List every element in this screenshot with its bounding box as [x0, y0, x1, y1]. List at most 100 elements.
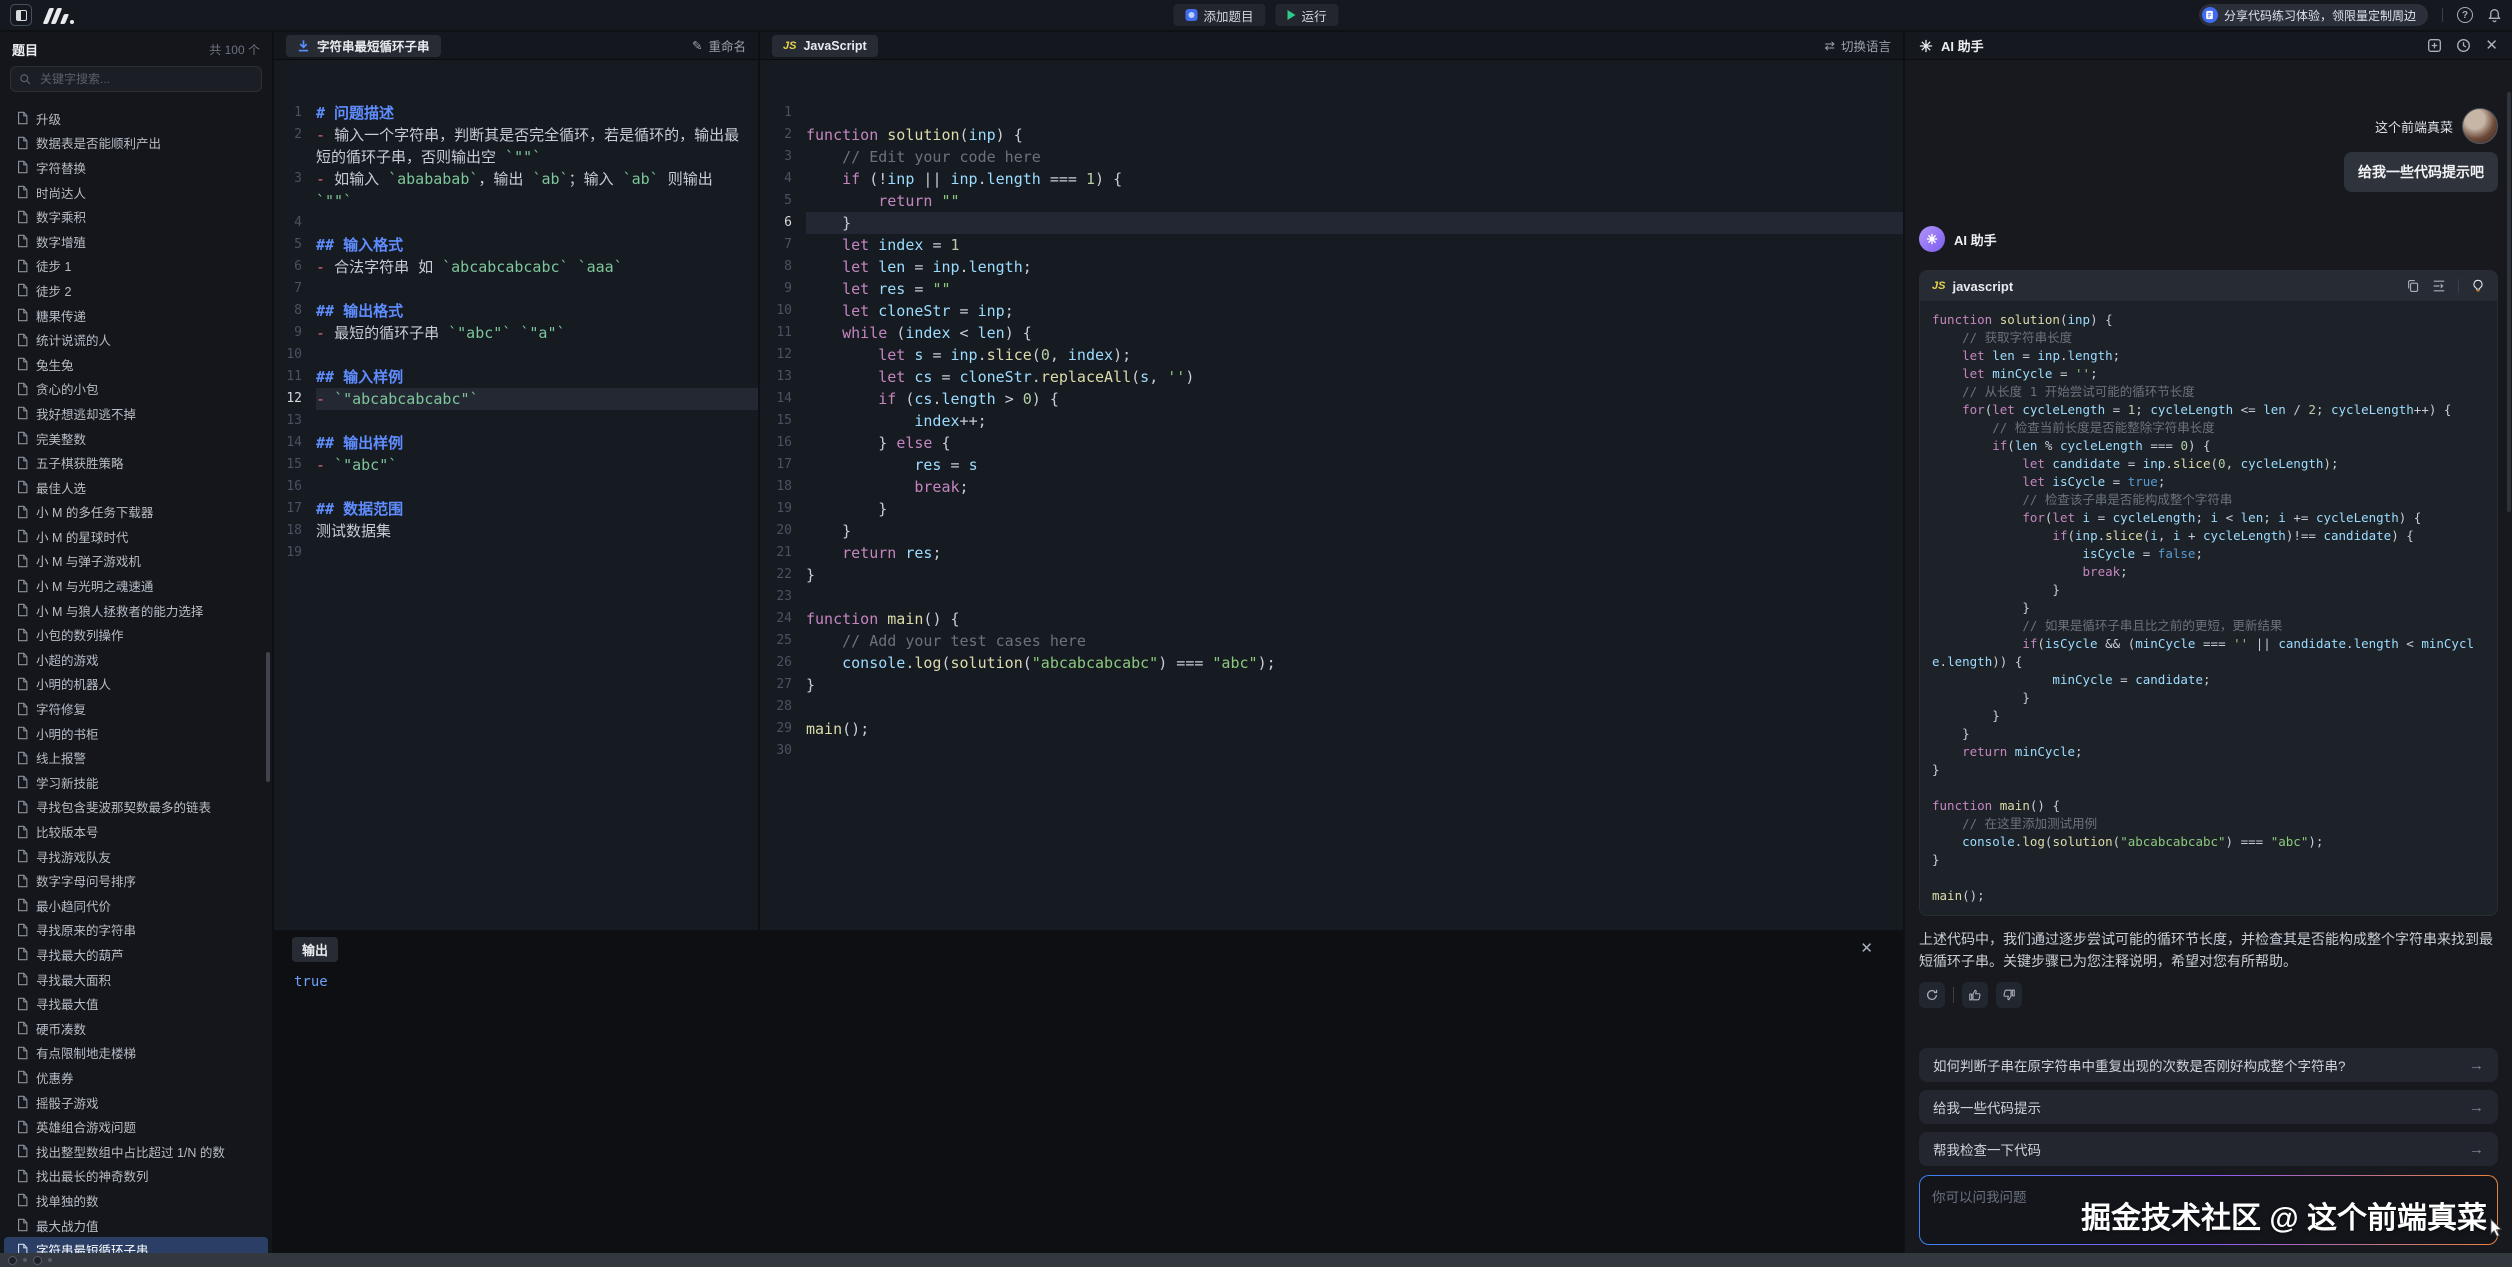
code-lines[interactable]: 12function solution(inp) {3 // Edit your…	[760, 60, 1903, 930]
sidebar-item[interactable]: 小 M 与狼人拯救者的能力选择	[4, 598, 268, 623]
problem-tab[interactable]: 字符串最短循环子串	[286, 35, 441, 57]
sidebar-item[interactable]: 小 M 与弹子游戏机	[4, 549, 268, 574]
code-line[interactable]: 25 // Add your test cases here	[760, 630, 1903, 652]
code-line[interactable]: 28	[760, 696, 1903, 718]
code-line[interactable]: 12 let s = inp.slice(0, index);	[760, 344, 1903, 366]
code-line[interactable]: 11 while (index < len) {	[760, 322, 1903, 344]
sidebar-item[interactable]: 线上报警	[4, 745, 268, 770]
switch-language-button[interactable]: ⇄ 切换语言	[1825, 36, 1892, 55]
sidebar-item[interactable]: 小 M 与光明之魂速通	[4, 573, 268, 598]
sidebar-item[interactable]: 寻找游戏队友	[4, 844, 268, 869]
code-line[interactable]: 8 let len = inp.length;	[760, 256, 1903, 278]
sidebar-item[interactable]: 最佳人选	[4, 475, 268, 500]
sidebar-item[interactable]: 寻找原来的字符串	[4, 918, 268, 943]
chat-input-placeholder[interactable]: 你可以问我问题	[1920, 1176, 2497, 1244]
sidebar-item[interactable]: 徒步 1	[4, 254, 268, 279]
regenerate-icon[interactable]	[1919, 982, 1945, 1008]
sidebar-item[interactable]: 数字增殖	[4, 229, 268, 254]
code-line[interactable]: 17 res = s	[760, 454, 1903, 476]
sidebar-item[interactable]: 找出最长的神奇数列	[4, 1164, 268, 1189]
markdown-line[interactable]: 15- `"abc"`	[274, 454, 758, 476]
sidebar-item[interactable]: 找出整型数组中占比超过 1/N 的数	[4, 1139, 268, 1164]
sidebar-item[interactable]: 小 M 的星球时代	[4, 524, 268, 549]
language-tab[interactable]: JS JavaScript	[772, 35, 878, 57]
code-line[interactable]: 1	[760, 102, 1903, 124]
promo-banner[interactable]: 分享代码练习体验，领限量定制周边	[2199, 4, 2428, 26]
sidebar-item[interactable]: 数据表是否能顺利产出	[4, 131, 268, 156]
code-line[interactable]: 20 }	[760, 520, 1903, 542]
sidebar-toggle-icon[interactable]	[10, 4, 32, 26]
markdown-line[interactable]: 13	[274, 410, 758, 432]
sidebar-item[interactable]: 数字字母问号排序	[4, 868, 268, 893]
close-icon[interactable]: ✕	[2485, 38, 2498, 53]
code-line[interactable]: 13 let cs = cloneStr.replaceAll(s, '')	[760, 366, 1903, 388]
ai-scrollbar[interactable]	[2507, 92, 2511, 512]
sidebar-item[interactable]: 五子棋获胜策略	[4, 450, 268, 475]
code-line[interactable]: 10 let cloneStr = inp;	[760, 300, 1903, 322]
markdown-line[interactable]: 10	[274, 344, 758, 366]
help-icon[interactable]: ?	[2457, 7, 2473, 23]
sidebar-item[interactable]: 小明的机器人	[4, 672, 268, 697]
sidebar-item[interactable]: 找单独的数	[4, 1188, 268, 1213]
history-clock-icon[interactable]	[2456, 38, 2471, 53]
code-line[interactable]: 4 if (!inp || inp.length === 1) {	[760, 168, 1903, 190]
markdown-line[interactable]: 3- 如输入 `abababab`，输出 `ab`；输入 `ab` 则输出 `"…	[274, 168, 758, 212]
sidebar-item[interactable]: 小 M 的多任务下载器	[4, 500, 268, 525]
sidebar-item[interactable]: 徒步 2	[4, 278, 268, 303]
notification-bell-icon[interactable]	[2487, 8, 2502, 23]
insert-code-icon[interactable]	[2432, 279, 2446, 293]
sidebar-item[interactable]: 小包的数列操作	[4, 622, 268, 647]
sidebar-item[interactable]: 寻找最大的葫芦	[4, 942, 268, 967]
user-avatar[interactable]	[2462, 108, 2498, 144]
suggestion-chip[interactable]: 给我一些代码提示→	[1919, 1090, 2498, 1124]
markdown-line[interactable]: 7	[274, 278, 758, 300]
thumbs-down-icon[interactable]	[1996, 982, 2022, 1008]
markdown-line[interactable]: 16	[274, 476, 758, 498]
markdown-line[interactable]: 5## 输入格式	[274, 234, 758, 256]
sidebar-item[interactable]: 小明的书柜	[4, 721, 268, 746]
code-line[interactable]: 24function main() {	[760, 608, 1903, 630]
sidebar-item[interactable]: 小超的游戏	[4, 647, 268, 672]
sidebar-item[interactable]: 统计说谎的人	[4, 327, 268, 352]
markdown-line[interactable]: 8## 输出格式	[274, 300, 758, 322]
code-line[interactable]: 6 }	[760, 212, 1903, 234]
markdown-line[interactable]: 11## 输入样例	[274, 366, 758, 388]
add-problem-button[interactable]: 添加题目	[1173, 4, 1265, 26]
markdown-line[interactable]: 4	[274, 212, 758, 234]
close-icon[interactable]: ✕	[1860, 939, 1873, 957]
markdown-line[interactable]: 6- 合法字符串 如 `abcabcabcabc` `aaa`	[274, 256, 758, 278]
markdown-lines[interactable]: 1# 问题描述2- 输入一个字符串，判断其是否完全循环，若是循环的，输出最短的循…	[274, 60, 758, 930]
sidebar-item[interactable]: 英雄组合游戏问题	[4, 1114, 268, 1139]
markdown-line[interactable]: 9- 最短的循环子串 `"abc"` `"a"`	[274, 322, 758, 344]
code-line[interactable]: 22}	[760, 564, 1903, 586]
code-line[interactable]: 27}	[760, 674, 1903, 696]
sidebar-item[interactable]: 字符串最短循环子串	[4, 1237, 268, 1253]
code-line[interactable]: 26 console.log(solution("abcabcabcabc") …	[760, 652, 1903, 674]
sidebar-item[interactable]: 升级	[4, 106, 268, 131]
search-box[interactable]	[10, 66, 262, 92]
sidebar-item[interactable]: 贪心的小包	[4, 377, 268, 402]
code-line[interactable]: 23	[760, 586, 1903, 608]
run-button[interactable]: 运行	[1276, 4, 1339, 26]
markdown-line[interactable]: 17## 数据范围	[274, 498, 758, 520]
code-line[interactable]: 15 index++;	[760, 410, 1903, 432]
sidebar-item[interactable]: 硬币凑数	[4, 1016, 268, 1041]
sidebar-item[interactable]: 最大战力值	[4, 1213, 268, 1238]
output-tab[interactable]: 输出	[292, 937, 338, 962]
markdown-line[interactable]: 12- `"abcabcabcabc"`	[274, 388, 758, 410]
sidebar-item[interactable]: 有点限制地走楼梯	[4, 1041, 268, 1066]
code-line[interactable]: 14 if (cs.length > 0) {	[760, 388, 1903, 410]
sidebar-item[interactable]: 寻找包含斐波那契数最多的链表	[4, 795, 268, 820]
markdown-line[interactable]: 18测试数据集	[274, 520, 758, 542]
code-line[interactable]: 3 // Edit your code here	[760, 146, 1903, 168]
sidebar-item[interactable]: 比较版本号	[4, 819, 268, 844]
sidebar-item[interactable]: 优惠券	[4, 1065, 268, 1090]
code-line[interactable]: 21 return res;	[760, 542, 1903, 564]
markdown-line[interactable]: 14## 输出样例	[274, 432, 758, 454]
code-line[interactable]: 29main();	[760, 718, 1903, 740]
sidebar-item[interactable]: 寻找最大值	[4, 991, 268, 1016]
code-line[interactable]: 18 break;	[760, 476, 1903, 498]
sidebar-item[interactable]: 字符修复	[4, 696, 268, 721]
markdown-line[interactable]: 1# 问题描述	[274, 102, 758, 124]
suggestion-chip[interactable]: 如何判断子串在原字符串中重复出现的次数是否刚好构成整个字符串?→	[1919, 1048, 2498, 1082]
